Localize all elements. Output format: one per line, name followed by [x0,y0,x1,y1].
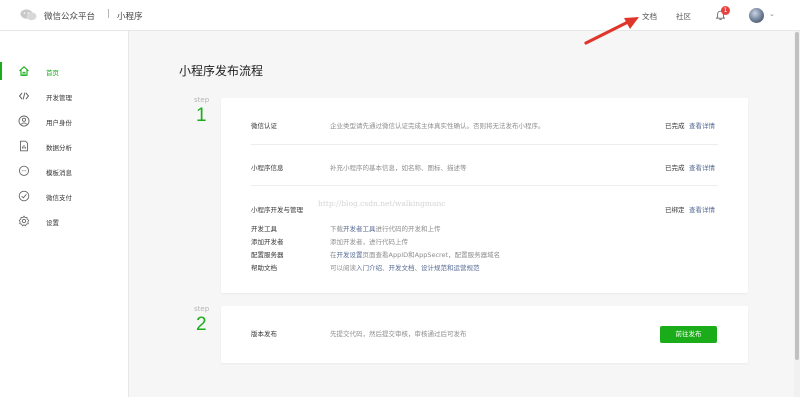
active-indicator [0,62,2,80]
code-icon [18,92,30,100]
avatar[interactable] [749,8,764,23]
config-server-desc: 在开发设置页面查看AppID和AppSecret，配置服务器域名 [330,249,500,259]
sidebar-item-settings[interactable]: 设置 [0,212,128,230]
wechat-logo-icon [20,9,37,21]
dev-tools-title: 开发工具 [251,225,277,233]
user-icon [18,115,30,127]
sidebar-item-user-identity[interactable]: 用户身份 [0,112,128,130]
intro-link[interactable]: 入门介绍 [356,264,382,272]
add-developer-desc: 添加开发者，进行代码上传 [330,238,408,246]
step-label: step [194,305,210,313]
sidebar-item-data-analysis[interactable]: 数据分析 [0,137,128,155]
watermark-text: http://blog.csdn.net/walkingmanc [318,199,446,208]
row-title: 小程序开发与管理 [251,206,303,214]
step-number: 1 [196,105,207,126]
dev-settings-link[interactable]: 开发设置 [337,251,363,259]
dev-tools-desc: 下载开发者工具进行代码的开发和上传 [330,223,441,233]
help-docs-title: 帮助文档 [251,264,277,272]
community-link[interactable]: 社区 [676,11,691,22]
view-details-link[interactable]: 查看详情 [689,162,715,172]
divider [251,185,718,186]
home-icon [19,66,29,76]
sidebar-item-label: 模板消息 [46,169,72,177]
row-desc: 企业类型请先通过微信认证完成主体真实性确认。否则将无法发布小程序。 [330,122,545,130]
sidebar-item-wechat-pay[interactable]: 微信支付 [0,187,128,205]
sidebar-item-dev-management[interactable]: 开发管理 [0,87,128,105]
sidebar-item-template-messages[interactable]: 模板消息 [0,162,128,180]
status-text: 已完成 [665,122,685,130]
message-icon [18,165,30,176]
dev-tools-link[interactable]: 开发者工具 [343,225,376,233]
sidebar-item-home[interactable]: 首页 [0,62,128,80]
step-number: 2 [196,314,207,335]
row-title: 版本发布 [251,330,277,338]
sidebar-item-label: 数据分析 [46,144,72,152]
notification-badge: 1 [721,6,730,15]
row-desc: 补充小程序的基本信息，如名称、图标、描述等 [330,164,467,172]
help-docs-desc: 可以阅读入门介绍、开发文档、设计规范和运营规范 [330,262,480,272]
top-header: 微信公众平台 | 小程序 文档 社区 1 ⌄ [0,0,800,31]
row-title: 微信认证 [251,122,277,130]
text: 可以阅读 [330,264,356,272]
divider [251,144,718,145]
status-text: 已完成 [665,164,685,172]
product-name: 小程序 [117,12,143,22]
platform-name[interactable]: 微信公众平台 [44,10,95,22]
dev-docs-link[interactable]: 开发文档 [389,264,415,272]
sidebar-item-label: 微信支付 [46,194,72,202]
sidebar: 首页 开发管理 用户身份 数据分析 模板消息 微信支付 设置 [0,31,129,397]
status-text: 已绑定 [665,206,685,214]
design-spec-link[interactable]: 设计规范和运营规范 [421,264,480,272]
config-server-title: 配置服务器 [251,251,284,259]
scrollbar-thumb[interactable] [795,32,799,360]
brand-separator: | [107,9,110,19]
annotation-arrow-icon [584,17,639,45]
view-details-link[interactable]: 查看详情 [689,204,715,214]
payment-icon [18,190,30,202]
view-details-link[interactable]: 查看详情 [689,120,715,130]
step1-card: 微信认证 企业类型请先通过微信认证完成主体真实性确认。否则将无法发布小程序。 已… [221,98,748,293]
document-chart-icon [20,140,28,152]
text: 页面查看AppID和AppSecret，配置服务器域名 [362,251,501,259]
sidebar-item-label: 开发管理 [46,94,72,102]
sidebar-item-label: 首页 [46,69,59,77]
chevron-down-icon[interactable]: ⌄ [769,10,775,18]
publish-button[interactable]: 前往发布 [660,326,717,343]
text: 进行代码的开发和上传 [375,225,441,233]
add-developer-title: 添加开发者 [251,238,284,246]
sidebar-item-label: 设置 [46,219,59,227]
page-title: 小程序发布流程 [179,64,264,78]
gear-icon [18,215,30,227]
row-title: 小程序信息 [251,164,284,172]
row-desc: 先提交代码，然后提交审核，审核通过后可发布 [330,330,467,338]
step2-card: 版本发布 先提交代码，然后提交审核，审核通过后可发布 前往发布 [221,306,748,363]
step-label: step [194,96,210,104]
text: 下载 [330,225,343,233]
sidebar-item-label: 用户身份 [46,119,72,127]
docs-link[interactable]: 文档 [642,11,657,22]
